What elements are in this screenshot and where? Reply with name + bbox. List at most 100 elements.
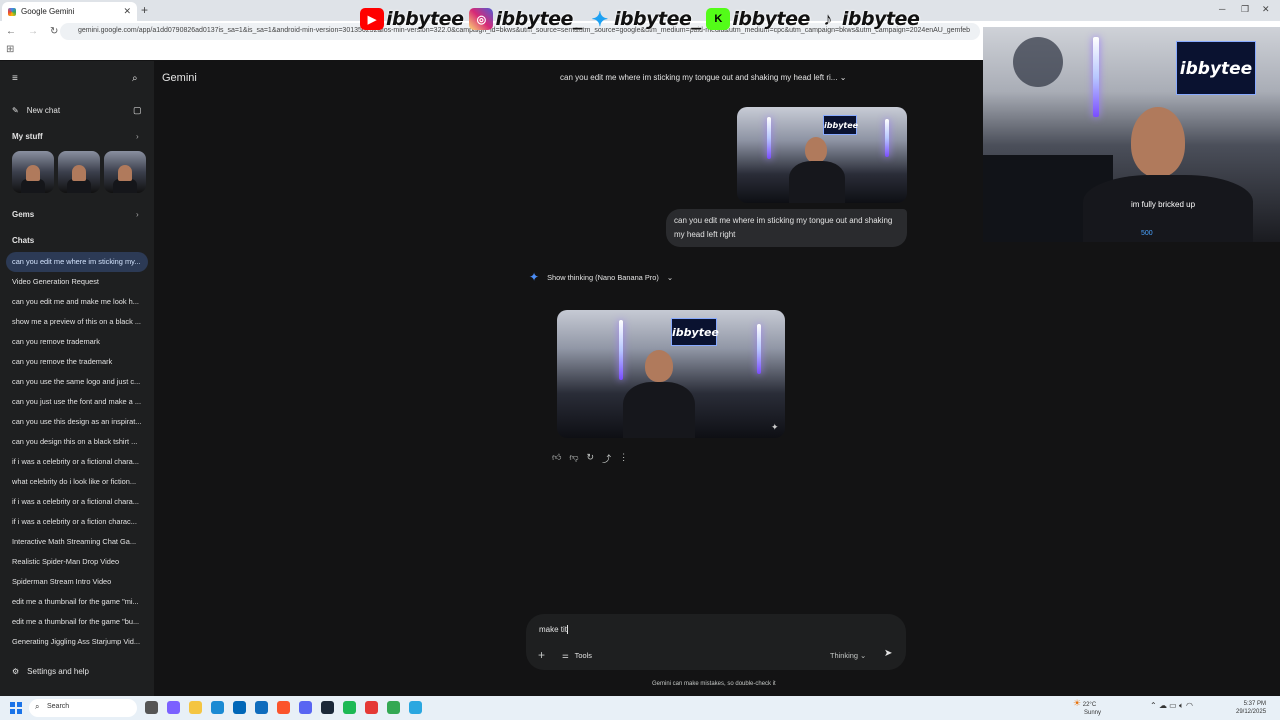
store-icon[interactable] <box>233 701 246 714</box>
search-icon[interactable]: ⌕ <box>132 73 138 84</box>
thumbs-up-icon[interactable]: 👍︎ <box>552 452 561 465</box>
ibbytee-logo-sign: ibbytee <box>671 318 719 346</box>
tiktok-icon: ♪ <box>823 8 833 29</box>
restore-icon[interactable]: ❐ <box>1241 4 1249 15</box>
chat-item[interactable]: can you remove the trademark <box>6 352 148 372</box>
new-chat-button[interactable]: ✎ New chat <box>12 106 60 115</box>
chat-item[interactable]: can you edit me and make me look h... <box>6 292 148 312</box>
chrome-icon[interactable] <box>387 701 400 714</box>
chevron-up-icon[interactable]: ⌃ <box>1150 701 1157 710</box>
task-view-icon[interactable] <box>145 701 158 714</box>
shirt-text: im fully bricked up <box>1131 200 1196 209</box>
chat-item[interactable]: can you remove trademark <box>6 332 148 352</box>
chat-item[interactable]: Spiderman Stream Intro Video <box>6 572 148 592</box>
chat-item[interactable]: if i was a celebrity or a fiction charac… <box>6 512 148 532</box>
weather-widget[interactable]: ☀ 22°C Sunny <box>1073 699 1101 717</box>
chat-item[interactable]: can you use the same logo and just c... <box>6 372 148 392</box>
light-tube <box>885 119 889 157</box>
kick-icon: K <box>706 8 731 30</box>
more-options-icon[interactable]: ⋮ <box>619 452 628 465</box>
volume-icon[interactable]: 🔈︎ <box>1179 701 1184 710</box>
youtube-handle: ▶ ibbytee <box>360 8 464 30</box>
app-icon[interactable] <box>365 701 378 714</box>
my-stuff-thumbnail[interactable] <box>58 151 100 193</box>
chevron-down-icon: ⌄ <box>839 73 847 82</box>
send-icon[interactable]: ➤ <box>884 648 892 659</box>
light-tube <box>1093 37 1099 117</box>
prompt-input[interactable]: make tit <box>539 625 569 635</box>
headset-icon[interactable]: ◠ <box>1186 701 1193 710</box>
back-icon[interactable]: ← <box>6 26 16 37</box>
chat-item[interactable]: if i was a celebrity or a fictional char… <box>6 452 148 472</box>
app-icon[interactable] <box>409 701 422 714</box>
chat-item[interactable]: can you design this on a black tshirt ..… <box>6 432 148 452</box>
chat-item[interactable]: if i was a celebrity or a fictional char… <box>6 492 148 512</box>
settings-and-help-button[interactable]: ⚙ Settings and help <box>12 667 89 676</box>
chat-item[interactable]: edit me a thumbnail for the game "bu... <box>6 612 148 632</box>
network-icon[interactable]: ▭ <box>1169 701 1177 710</box>
steam-icon[interactable] <box>321 701 334 714</box>
taskbar-clock[interactable]: 5:37 PM 29/12/2025 <box>1236 700 1266 716</box>
forward-icon[interactable]: → <box>28 26 38 37</box>
chat-item[interactable]: Realistic Spider-Man Drop Video <box>6 552 148 572</box>
user-uploaded-image[interactable]: ibbytee <box>737 107 907 203</box>
file-explorer-icon[interactable] <box>189 701 202 714</box>
copilot-icon[interactable] <box>167 701 180 714</box>
brave-icon[interactable] <box>277 701 290 714</box>
youtube-icon: ▶ <box>360 8 384 30</box>
discord-icon[interactable] <box>299 701 312 714</box>
close-window-icon[interactable]: ✕ <box>1262 4 1270 15</box>
taskbar-search[interactable]: ⌕ Search <box>29 699 137 717</box>
gems-heading[interactable]: Gems <box>12 210 34 219</box>
chat-item[interactable]: can you just use the font and make a ... <box>6 392 148 412</box>
my-stuff-thumbnail[interactable] <box>12 151 54 193</box>
gemini-spark-icon: ✦ <box>529 270 540 284</box>
mode-selector[interactable]: Thinking ⌄ <box>830 651 866 660</box>
user-message-bubble: can you edit me where im sticking my ton… <box>666 209 907 247</box>
chat-item[interactable]: Generating Jiggling Ass Starjump Vid... <box>6 632 148 652</box>
chat-item[interactable]: can you edit me where im sticking my... <box>6 252 148 272</box>
my-stuff-chevron-icon[interactable]: › <box>136 132 139 141</box>
chat-item[interactable]: can you use this design as an inspirat..… <box>6 412 148 432</box>
reload-icon[interactable]: ↻ <box>50 26 58 37</box>
cloud-icon[interactable]: ☁ <box>1159 701 1167 710</box>
apps-grid-icon[interactable]: ⊞ <box>6 44 14 55</box>
temporary-chat-icon[interactable]: ▢ <box>133 105 142 116</box>
outlook-icon[interactable] <box>255 701 268 714</box>
webcam-overlay: ibbytee im fully bricked up 500 <box>983 27 1280 242</box>
minimize-icon[interactable]: ─ <box>1219 4 1225 14</box>
response-actions: 👍︎ 👎︎ ↻ ⤴ ⋮ <box>552 452 628 465</box>
chat-item[interactable]: Video Generation Request <box>6 272 148 292</box>
gems-chevron-icon[interactable]: › <box>136 210 139 219</box>
share-icon[interactable]: ⤴ <box>602 452 611 465</box>
tab-google-gemini[interactable]: Google Gemini ✕ <box>2 2 137 21</box>
close-tab-icon[interactable]: ✕ <box>123 6 131 17</box>
my-stuff-heading[interactable]: My stuff <box>12 132 43 141</box>
tools-button[interactable]: ⚌ Tools <box>562 651 592 660</box>
disclaimer-text: Gemini can make mistakes, so double-chec… <box>652 681 776 687</box>
conversation-title-dropdown[interactable]: can you edit me where im sticking my ton… <box>560 73 846 82</box>
menu-icon[interactable]: ≡ <box>12 73 18 84</box>
spotify-icon[interactable] <box>343 701 356 714</box>
light-tube <box>757 324 761 374</box>
sparkle-icon: ✦ <box>771 422 779 432</box>
chat-item[interactable]: edit me a thumbnail for the game "mi... <box>6 592 148 612</box>
light-tube <box>619 320 623 380</box>
show-thinking-toggle[interactable]: ✦ Show thinking (Nano Banana Pro) ⌄ <box>529 270 673 284</box>
add-attachment-icon[interactable]: + <box>538 648 545 662</box>
gemini-favicon-icon <box>8 7 16 16</box>
my-stuff-thumbnail[interactable] <box>104 151 146 193</box>
tools-sliders-icon: ⚌ <box>562 651 569 660</box>
regenerate-icon[interactable]: ↻ <box>587 452 595 465</box>
chat-item[interactable]: what celebrity do i look like or fiction… <box>6 472 148 492</box>
my-stuff-thumbnails <box>12 151 146 193</box>
chat-item[interactable]: Interactive Math Streaming Chat Ga... <box>6 532 148 552</box>
thumbs-down-icon[interactable]: 👎︎ <box>569 452 578 465</box>
generated-image[interactable]: ibbytee ✦ <box>557 310 785 438</box>
kick-handle: K ibbytee <box>706 8 810 30</box>
new-tab-icon[interactable]: + <box>141 3 148 17</box>
chat-item[interactable]: show me a preview of this on a black ... <box>6 312 148 332</box>
sun-icon: ☀ <box>1073 698 1082 708</box>
edge-icon[interactable] <box>211 701 224 714</box>
windows-start-icon[interactable] <box>10 702 22 714</box>
